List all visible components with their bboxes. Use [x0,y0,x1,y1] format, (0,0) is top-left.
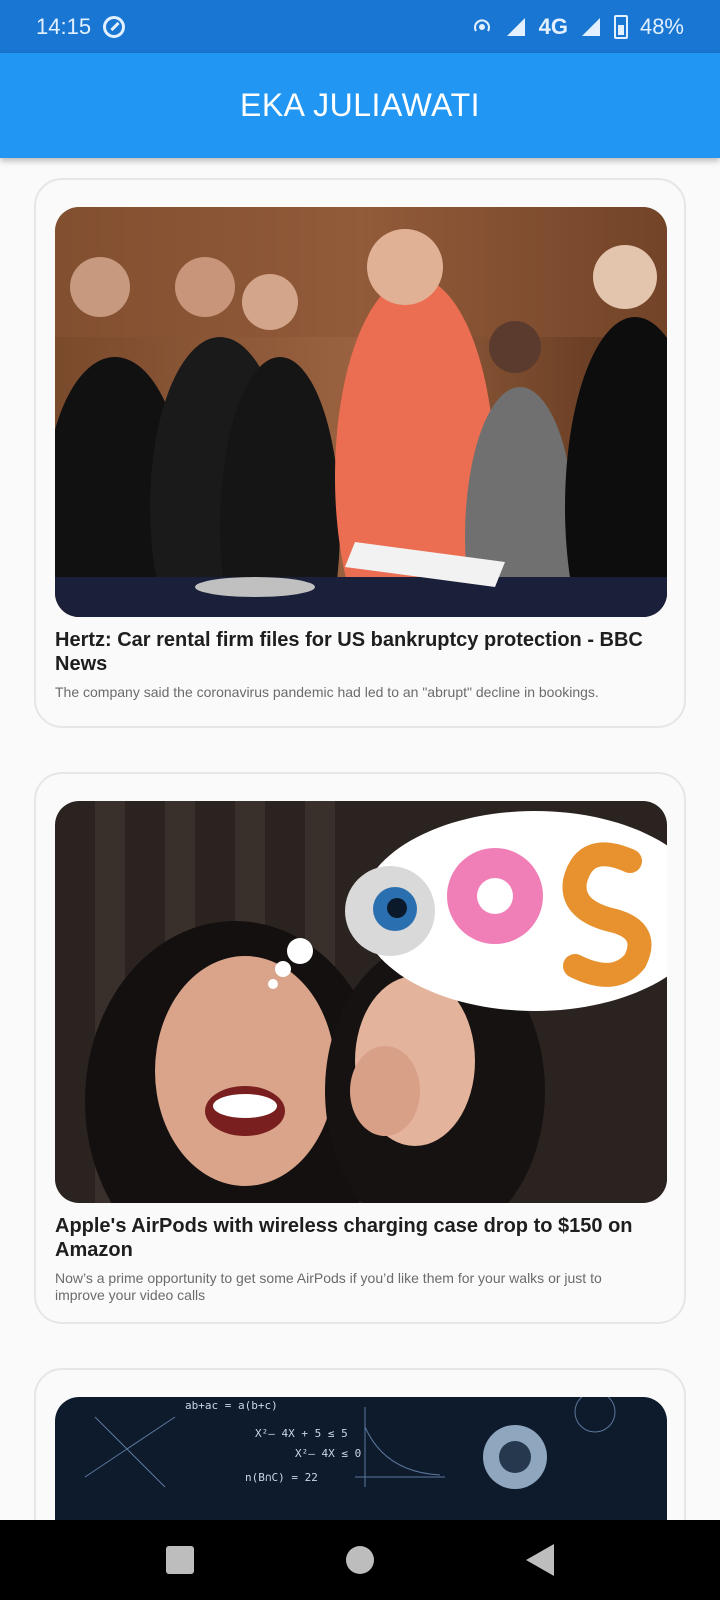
svg-text:X²– 4X ≤ 0: X²– 4X ≤ 0 [295,1447,361,1460]
article-image: ab+ac = a(b+c) X²– 4X + 5 ≤ 5 X²– 4X ≤ 0… [55,1397,667,1520]
home-icon[interactable] [346,1546,374,1574]
news-card[interactable]: Hertz: Car rental firm files for US bank… [34,178,686,728]
app-bar: EKA JULIAWATI [0,53,720,158]
status-time: 14:15 [36,13,92,39]
news-card[interactable]: Apple's AirPods with wireless charging c… [34,772,686,1324]
article-description: The company said the coronavirus pandemi… [55,684,599,700]
signal-icon [506,17,525,36]
navigation-bar [0,1520,720,1600]
article-title: Hertz: Car rental firm files for US bank… [55,629,643,675]
do-not-disturb-icon [103,15,126,38]
svg-text:n(B∩C) = 22: n(B∩C) = 22 [245,1471,318,1484]
article-description: Now’s a prime opportunity to get some Ai… [55,1270,602,1303]
status-left: 14:15 [36,13,126,40]
signal-2-icon [581,17,600,36]
politicians-signing-photo [55,207,667,617]
status-bar: 14:15 4G 48% [0,0,720,53]
hotspot-icon [473,18,490,32]
article-image [55,207,667,617]
article-title: Apple's AirPods with wireless charging c… [55,1215,633,1261]
math-formulas-robot-photo: ab+ac = a(b+c) X²– 4X + 5 ≤ 5 X²– 4X ≤ 0… [55,1397,667,1520]
recents-icon[interactable] [166,1546,194,1574]
article-image [55,801,667,1203]
women-whispering-eye-donut-s-photo [55,801,667,1203]
news-feed[interactable]: Hertz: Car rental firm files for US bank… [0,158,720,1520]
battery-percent: 48% [639,13,684,39]
svg-text:X²– 4X + 5 ≤ 5: X²– 4X + 5 ≤ 5 [255,1427,348,1440]
network-type-label: 4G [538,13,568,39]
back-icon[interactable] [526,1544,554,1576]
svg-text:ab+ac = a(b+c): ab+ac = a(b+c) [185,1399,278,1412]
battery-icon [613,14,628,39]
app-title: EKA JULIAWATI [239,87,481,123]
news-card[interactable]: ab+ac = a(b+c) X²– 4X + 5 ≤ 5 X²– 4X ≤ 0… [34,1368,686,1520]
status-right: 4G 48% [471,14,684,40]
